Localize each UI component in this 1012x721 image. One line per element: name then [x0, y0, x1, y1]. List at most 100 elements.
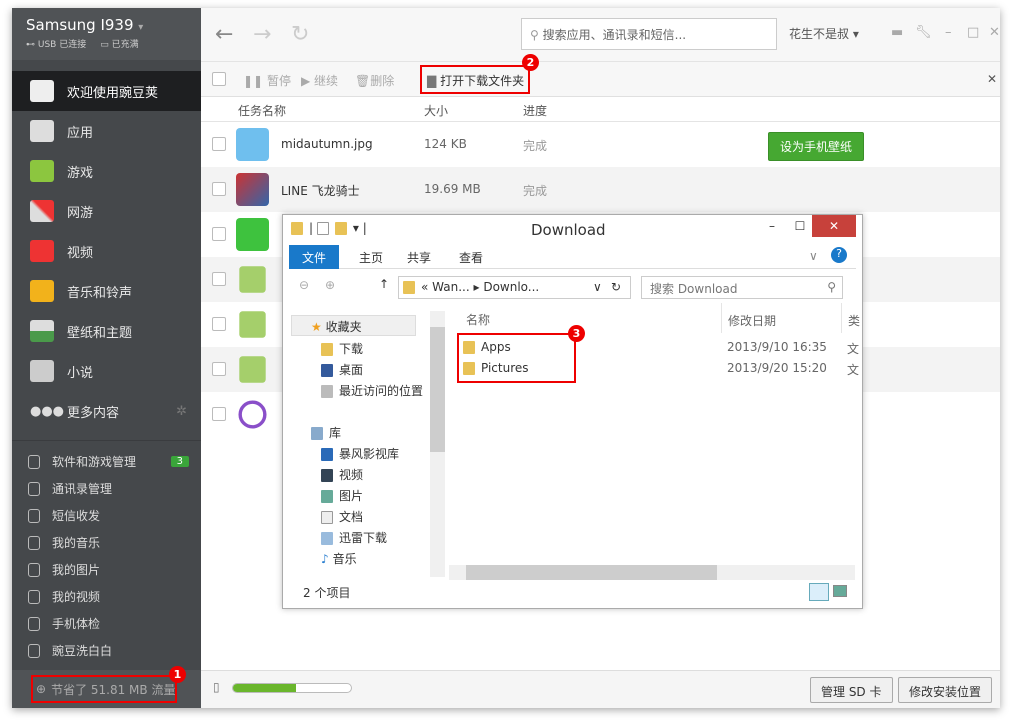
nav-apps[interactable]: 应用 [12, 111, 201, 151]
select-all-checkbox[interactable] [212, 72, 226, 86]
download-folder-icon [321, 343, 333, 356]
path-overflow: « [421, 280, 429, 294]
large-icons-view-icon[interactable] [833, 585, 847, 597]
close-panel-icon[interactable]: ✕ [987, 72, 997, 86]
column-date-modified[interactable]: 修改日期 [721, 303, 782, 333]
help-icon[interactable]: ? [831, 247, 847, 263]
callout-number-1: 1 [169, 666, 186, 683]
back-icon[interactable]: ⊖ [299, 278, 309, 292]
search-placeholder: 搜索应用、通讯录和短信... [542, 28, 687, 42]
gear-icon[interactable]: ✲ [176, 404, 187, 419]
tool-sms[interactable]: 短信收发 [12, 502, 201, 529]
tree-item-recent[interactable]: 最近访问的位置 [321, 382, 423, 399]
update-count-badge: 3 [170, 456, 189, 467]
username: 花生不是叔 [789, 27, 850, 41]
address-bar[interactable]: « Wan... ▸ Downlo... ∨ ↻ [398, 276, 631, 299]
tree-item-favorites[interactable]: ★ 收藏夹 [311, 318, 362, 335]
tree-item-downloads[interactable]: 下载 [321, 340, 363, 357]
column-name[interactable]: 名称 [466, 311, 490, 328]
change-install-location-button[interactable]: 修改安装位置 [898, 677, 993, 703]
image-file-icon [236, 128, 269, 161]
row-checkbox[interactable] [212, 317, 226, 331]
up-arrow-icon[interactable]: ↑ [379, 277, 389, 291]
pictures-icon [28, 562, 40, 577]
row-checkbox[interactable] [212, 182, 226, 196]
row-checkbox[interactable] [212, 362, 226, 376]
column-type[interactable]: 类 [841, 303, 861, 333]
tree-item-baofeng[interactable]: 暴风影视库 [321, 445, 399, 462]
quick-access-toolbar[interactable]: | ▾ | [291, 221, 367, 235]
nav-online-games[interactable]: 网游 [12, 191, 201, 231]
tool-app-management[interactable]: 软件和游戏管理 3 [12, 448, 201, 475]
back-arrow-icon[interactable]: ← [215, 22, 233, 47]
nav-label: 应用 [67, 125, 94, 141]
nav-welcome[interactable]: 欢迎使用豌豆荚 [12, 71, 201, 111]
tree-item-libraries[interactable]: 库 [311, 424, 341, 441]
horizontal-scrollbar[interactable] [449, 565, 855, 580]
new-folder-icon [334, 222, 347, 235]
wrench-icon[interactable]: 🔧︎ [915, 25, 932, 40]
pause-button[interactable]: ❚❚ 暂停 [243, 72, 291, 89]
nav-video[interactable]: 视频 [12, 231, 201, 271]
refresh-icon[interactable]: ↻ [611, 280, 621, 294]
tab-view[interactable]: 查看 [459, 249, 483, 266]
search-input[interactable]: ⚲ 搜索应用、通讯录和短信... [521, 18, 777, 50]
table-row[interactable]: midautumn.jpg 124 KB 完成 设为手机壁纸 [201, 122, 1000, 167]
row-checkbox[interactable] [212, 407, 226, 421]
tab-share[interactable]: 共享 [407, 249, 431, 266]
nav-music[interactable]: 音乐和铃声 [12, 271, 201, 311]
picture-icon [321, 490, 333, 503]
expand-ribbon-icon[interactable]: ∨ [809, 249, 818, 263]
device-name: Samsung I939 [26, 16, 134, 34]
tool-label: 软件和游戏管理 [52, 455, 137, 469]
nav-novels[interactable]: 小说 [12, 351, 201, 391]
forward-arrow-icon[interactable]: → [253, 22, 271, 47]
apk-icon [239, 311, 266, 338]
forward-icon[interactable]: ⊕ [325, 278, 335, 292]
breadcrumb-segment[interactable]: Wan... [432, 280, 470, 294]
tree-item-desktop[interactable]: 桌面 [321, 361, 363, 378]
minimize-icon[interactable]: – [945, 25, 952, 40]
feedback-icon[interactable]: ▬ [891, 25, 903, 40]
row-checkbox[interactable] [212, 272, 226, 286]
close-icon[interactable]: ✕ [989, 25, 1000, 40]
tool-contacts[interactable]: 通讯录管理 [12, 475, 201, 502]
user-menu[interactable]: 花生不是叔 ▾ [789, 25, 859, 42]
tool-label: 我的音乐 [52, 536, 101, 550]
close-icon[interactable]: ✕ [812, 215, 856, 237]
tree-item-videos[interactable]: 视频 [321, 466, 363, 483]
nav-pane-scrollbar[interactable] [430, 311, 445, 577]
nav-wallpaper[interactable]: 壁纸和主题 [12, 311, 201, 351]
table-row[interactable]: LINE 飞龙骑士 19.69 MB 完成 [201, 167, 1000, 212]
manage-sd-button[interactable]: 管理 SD 卡 [810, 677, 893, 703]
details-view-icon[interactable] [809, 583, 829, 601]
delete-button[interactable]: 🗑︎删除 [355, 72, 394, 89]
tree-item-music[interactable]: ♪ 音乐 [321, 550, 357, 567]
toolbox-icon [30, 120, 54, 142]
set-wallpaper-button[interactable]: 设为手机壁纸 [768, 132, 865, 161]
tool-my-pictures[interactable]: 我的图片 [12, 556, 201, 583]
tool-cleaner[interactable]: 豌豆洗白白 [12, 637, 201, 664]
row-checkbox[interactable] [212, 137, 226, 151]
video-icon [28, 589, 40, 604]
plus-cross-icon [28, 616, 40, 631]
tool-my-music[interactable]: 我的音乐 [12, 529, 201, 556]
tree-item-xunlei[interactable]: 迅雷下载 [321, 529, 387, 546]
refresh-icon[interactable]: ↻ [291, 22, 309, 47]
device-selector[interactable]: Samsung I939 ▾ [26, 16, 187, 34]
tab-file[interactable]: 文件 [289, 245, 339, 269]
nav-games[interactable]: 游戏 [12, 151, 201, 191]
task-name: LINE 飞龙骑士 [281, 184, 360, 198]
nav-more[interactable]: ●●● 更多内容 ✲ [12, 391, 201, 431]
tool-phone-checkup[interactable]: 手机体检 [12, 610, 201, 637]
maximize-icon[interactable]: □ [967, 25, 979, 40]
resume-button[interactable]: ▶ 继续 [301, 72, 338, 89]
tree-item-documents[interactable]: 文档 [321, 508, 363, 525]
tool-my-videos[interactable]: 我的视频 [12, 583, 201, 610]
breadcrumb-segment[interactable]: Downlo... [483, 280, 539, 294]
tree-item-pictures[interactable]: 图片 [321, 487, 363, 504]
tab-home[interactable]: 主页 [359, 249, 383, 266]
explorer-search-input[interactable]: 搜索 Download ⚲ [641, 276, 843, 299]
chevron-down-icon[interactable]: ∨ [593, 280, 602, 294]
row-checkbox[interactable] [212, 227, 226, 241]
